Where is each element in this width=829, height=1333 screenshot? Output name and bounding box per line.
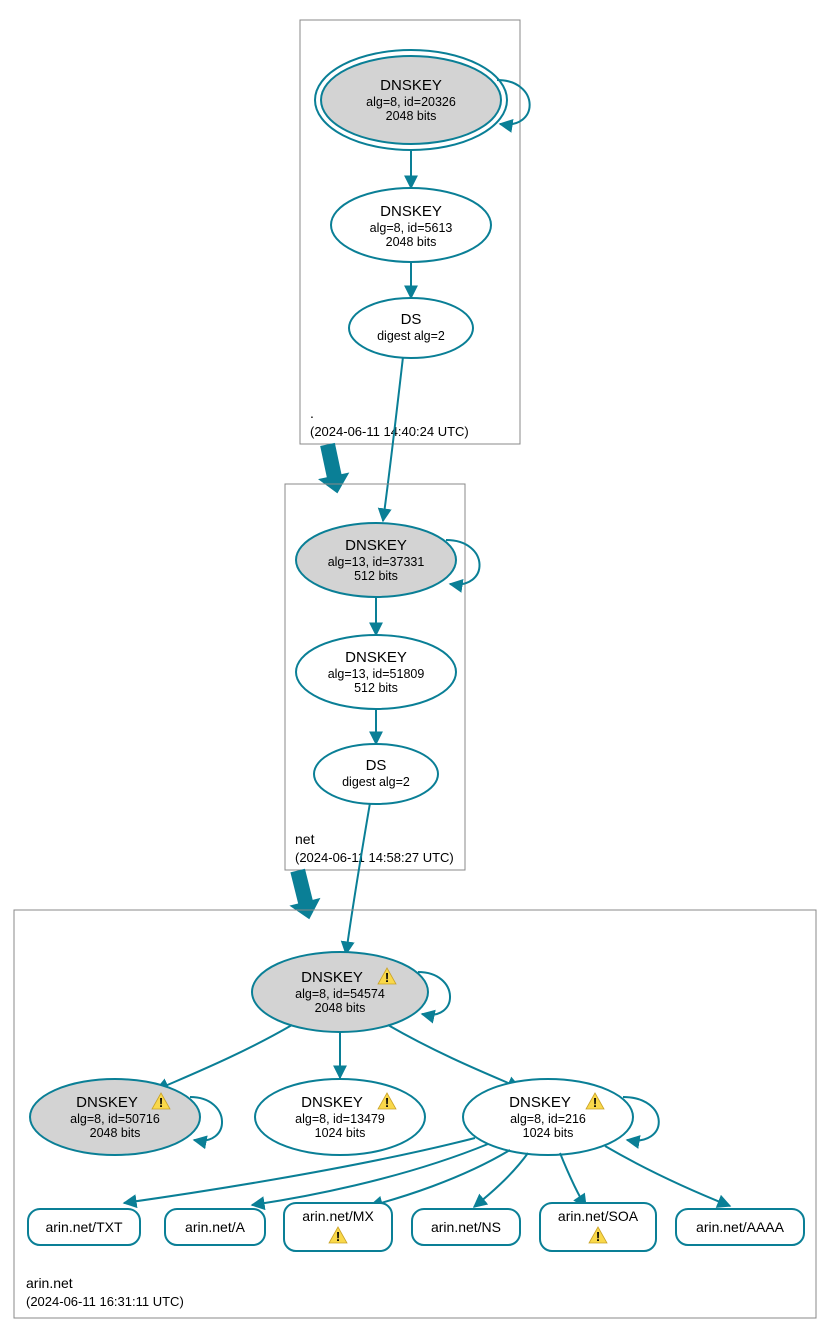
svg-text:alg=8, id=50716: alg=8, id=50716 [70, 1112, 160, 1126]
rr-ns: arin.net/NS [412, 1209, 520, 1245]
svg-text:arin.net/MX: arin.net/MX [302, 1208, 374, 1224]
svg-text:2048 bits: 2048 bits [315, 1001, 366, 1015]
svg-text:2048 bits: 2048 bits [90, 1126, 141, 1140]
svg-text:arin.net/A: arin.net/A [185, 1219, 246, 1235]
svg-text:2048 bits: 2048 bits [386, 109, 437, 123]
svg-text:DNSKEY: DNSKEY [76, 1094, 138, 1111]
svg-text:alg=8, id=216: alg=8, id=216 [510, 1112, 586, 1126]
zone-root-name: . [310, 405, 314, 421]
svg-text:!: ! [159, 1095, 163, 1110]
svg-text:DNSKEY: DNSKEY [509, 1094, 571, 1111]
node-arin-50716: DNSKEY alg=8, id=50716 2048 bits ! [30, 1079, 200, 1155]
svg-text:1024 bits: 1024 bits [315, 1126, 366, 1140]
svg-text:alg=8, id=20326: alg=8, id=20326 [366, 95, 456, 109]
rr-a: arin.net/A [165, 1209, 265, 1245]
rr-soa: arin.net/SOA ! [540, 1203, 656, 1251]
node-net-ksk: DNSKEY alg=13, id=37331 512 bits [296, 523, 456, 597]
zone-net-ts: (2024-06-11 14:58:27 UTC) [295, 850, 454, 865]
edge-216-soa [560, 1153, 586, 1207]
node-net-zsk: DNSKEY alg=13, id=51809 512 bits [296, 635, 456, 709]
svg-text:DS: DS [366, 757, 387, 774]
node-root-ksk: DNSKEY alg=8, id=20326 2048 bits [315, 50, 507, 150]
svg-text:!: ! [596, 1229, 600, 1244]
node-arin-216: DNSKEY alg=8, id=216 1024 bits ! [463, 1079, 633, 1155]
delegation-arrow-root-net [311, 441, 353, 497]
svg-text:arin.net/TXT: arin.net/TXT [45, 1219, 122, 1235]
svg-text:512 bits: 512 bits [354, 681, 398, 695]
rr-mx: arin.net/MX ! [284, 1203, 392, 1251]
svg-text:alg=8, id=54574: alg=8, id=54574 [295, 987, 385, 1001]
svg-text:!: ! [385, 970, 389, 985]
svg-text:DNSKEY: DNSKEY [345, 537, 407, 554]
node-root-zsk: DNSKEY alg=8, id=5613 2048 bits [331, 188, 491, 262]
svg-text:512 bits: 512 bits [354, 569, 398, 583]
edge-216-ns [474, 1153, 528, 1207]
svg-text:DNSKEY: DNSKEY [380, 203, 442, 220]
svg-text:digest alg=2: digest alg=2 [342, 775, 410, 789]
svg-text:DNSKEY: DNSKEY [380, 77, 442, 94]
zone-arin: arin.net (2024-06-11 16:31:11 UTC) DNSKE… [14, 910, 816, 1318]
zone-net-name: net [295, 831, 315, 847]
svg-text:alg=13, id=51809: alg=13, id=51809 [328, 667, 425, 681]
delegation-arrow-net-arin [282, 867, 325, 923]
svg-text:!: ! [385, 1095, 389, 1110]
svg-text:alg=13, id=37331: alg=13, id=37331 [328, 555, 425, 569]
svg-text:arin.net/NS: arin.net/NS [431, 1219, 501, 1235]
svg-text:arin.net/SOA: arin.net/SOA [558, 1208, 639, 1224]
svg-text:DNSKEY: DNSKEY [345, 649, 407, 666]
edge-root-ds-net-ksk [383, 357, 403, 521]
edge-arin-ksk-50716 [156, 1025, 292, 1090]
node-net-ds: DS digest alg=2 [314, 744, 438, 804]
edge-216-aaaa [605, 1146, 730, 1206]
svg-text:DNSKEY: DNSKEY [301, 969, 363, 986]
dnssec-graph: . (2024-06-11 14:40:24 UTC) DNSKEY alg=8… [0, 0, 829, 1333]
svg-text:!: ! [593, 1095, 597, 1110]
zone-root-ts: (2024-06-11 14:40:24 UTC) [310, 424, 469, 439]
node-arin-13479: DNSKEY alg=8, id=13479 1024 bits ! [255, 1079, 425, 1155]
zone-arin-name: arin.net [26, 1275, 73, 1291]
edge-net-ds-arin-ksk [346, 803, 370, 954]
node-root-ds: DS digest alg=2 [349, 298, 473, 358]
svg-text:arin.net/AAAA: arin.net/AAAA [696, 1219, 785, 1235]
svg-text:digest alg=2: digest alg=2 [377, 329, 445, 343]
svg-text:2048 bits: 2048 bits [386, 235, 437, 249]
rr-aaaa: arin.net/AAAA [676, 1209, 804, 1245]
svg-text:DS: DS [401, 311, 422, 328]
rr-txt: arin.net/TXT [28, 1209, 140, 1245]
node-arin-ksk: DNSKEY alg=8, id=54574 2048 bits ! [252, 952, 428, 1032]
svg-text:alg=8, id=13479: alg=8, id=13479 [295, 1112, 385, 1126]
svg-text:!: ! [336, 1229, 340, 1244]
edge-arin-ksk-216 [388, 1025, 520, 1088]
svg-text:DNSKEY: DNSKEY [301, 1094, 363, 1111]
zone-net: net (2024-06-11 14:58:27 UTC) DNSKEY alg… [285, 484, 480, 954]
svg-text:alg=8, id=5613: alg=8, id=5613 [370, 221, 453, 235]
svg-text:1024 bits: 1024 bits [523, 1126, 574, 1140]
zone-arin-ts: (2024-06-11 16:31:11 UTC) [26, 1294, 184, 1309]
